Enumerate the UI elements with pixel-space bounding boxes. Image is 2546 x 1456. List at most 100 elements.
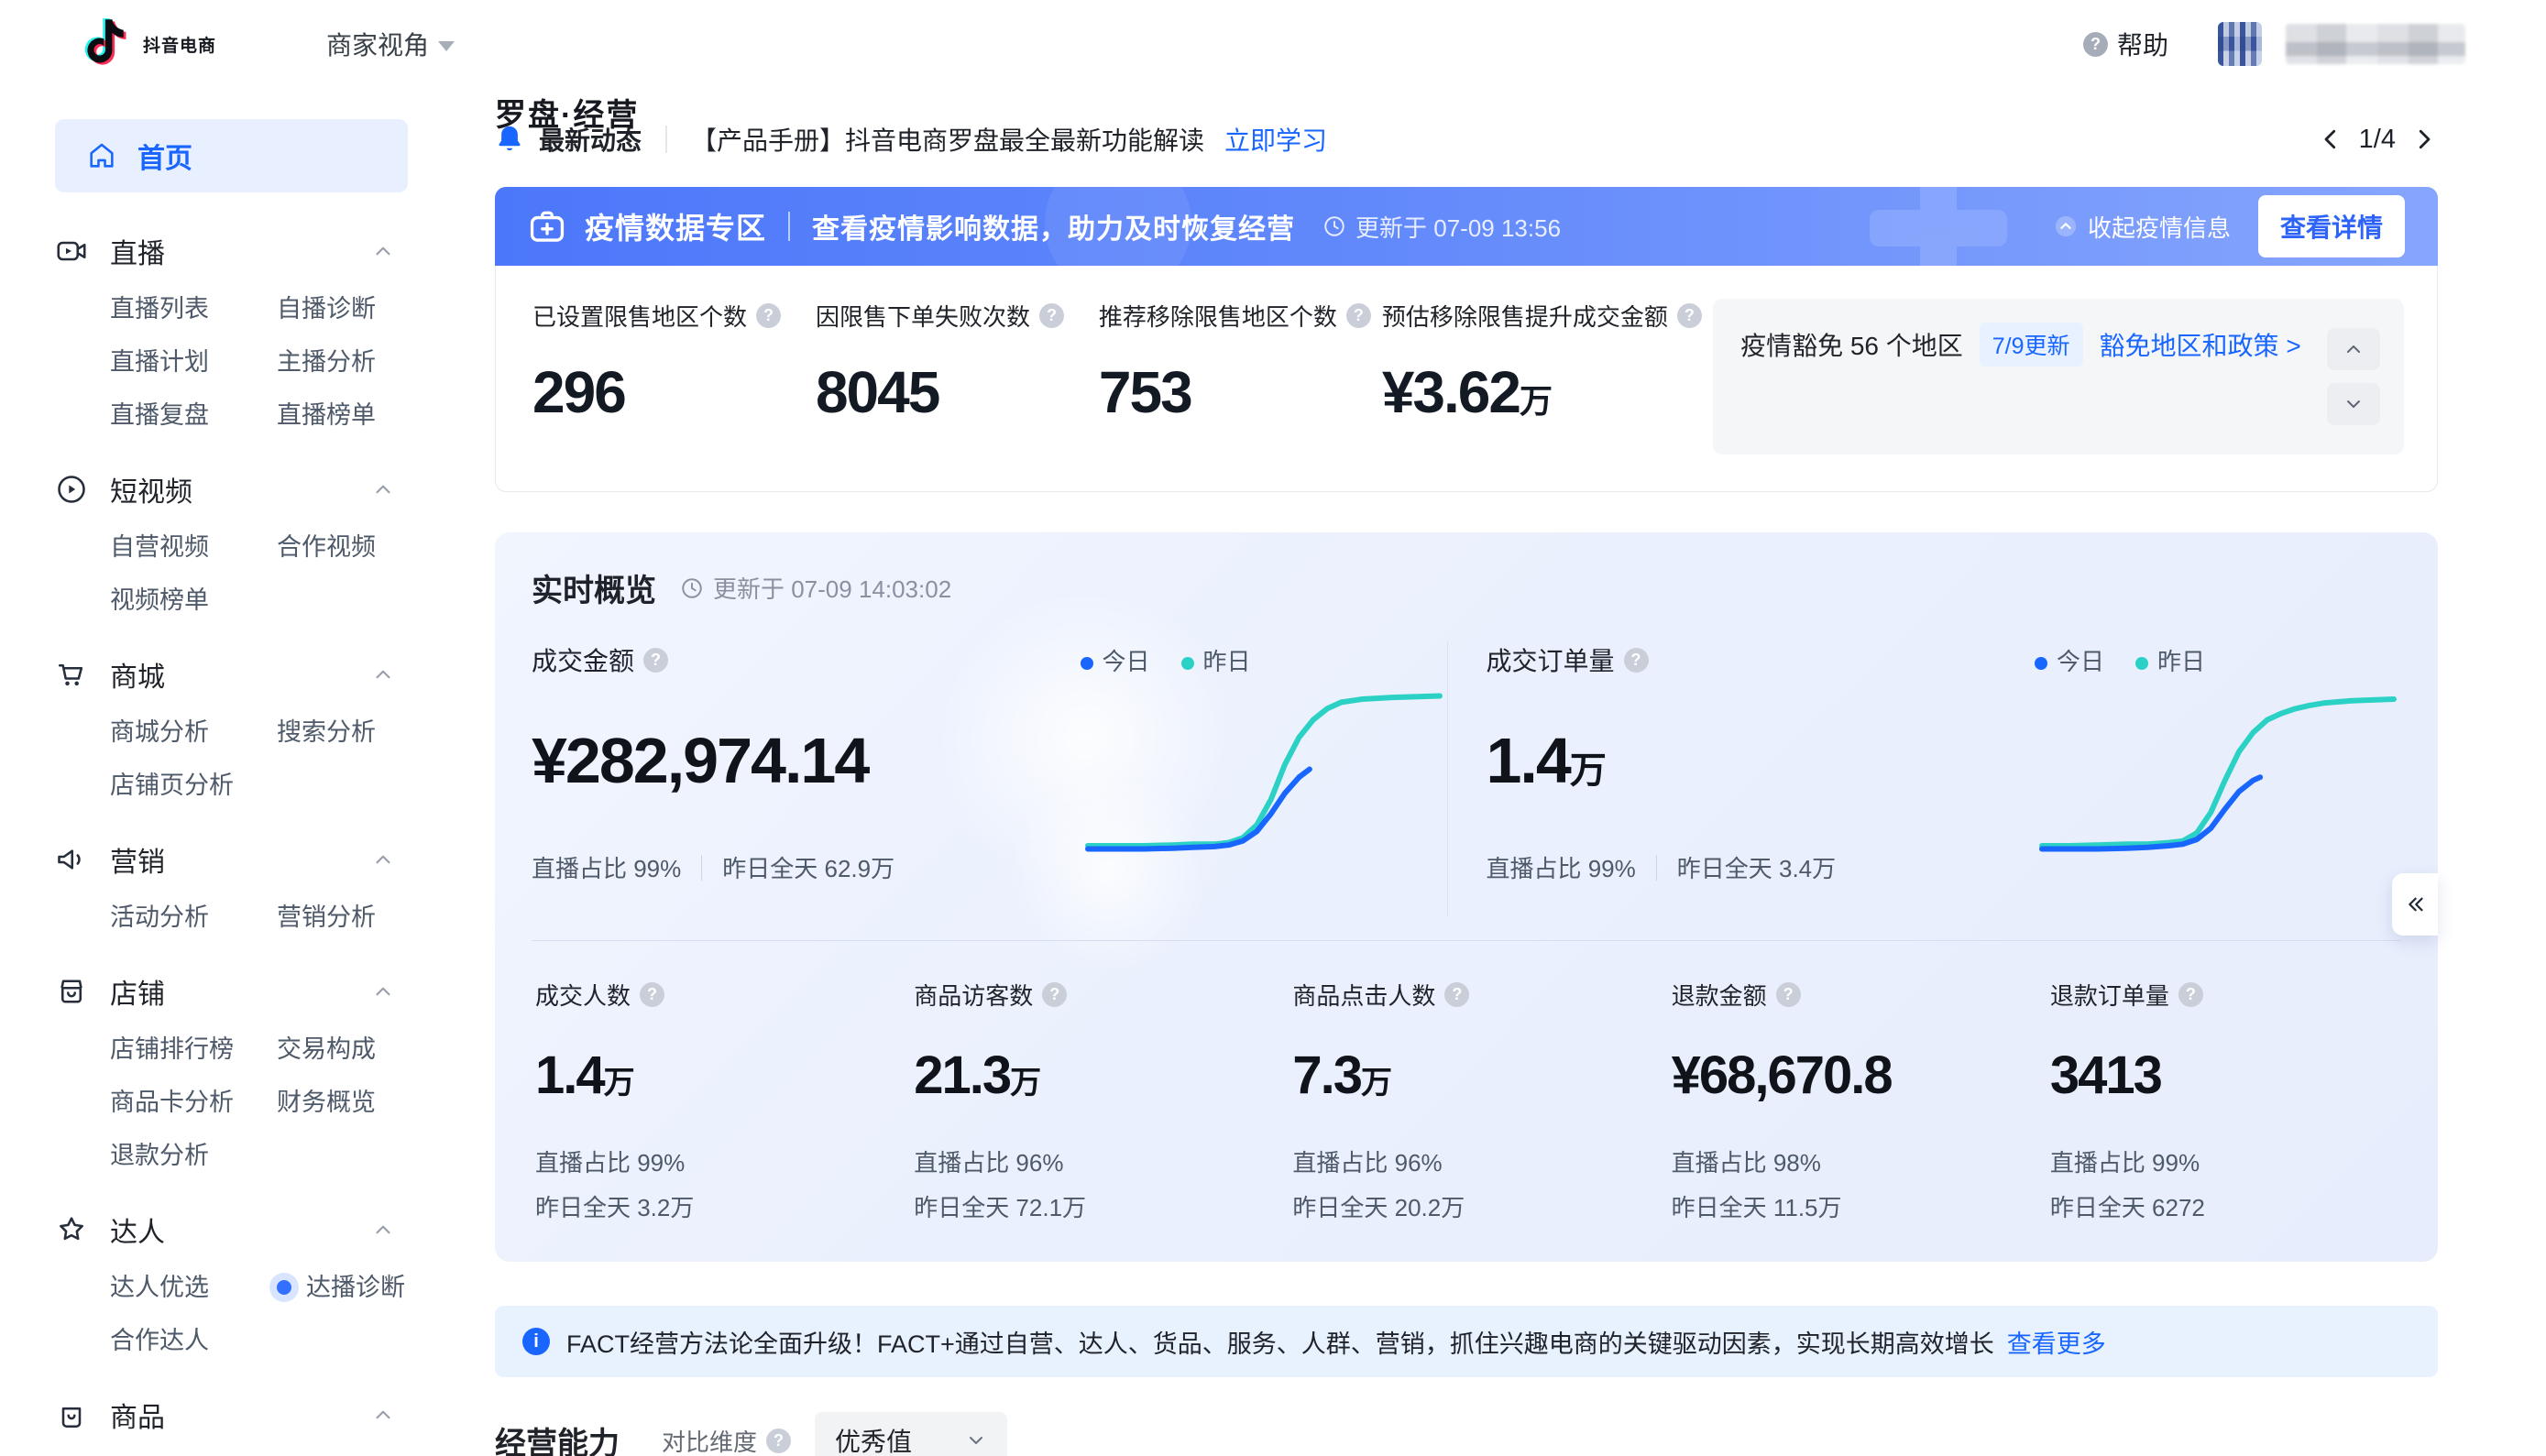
sidebar-item[interactable]: 活动分析 [110,902,277,933]
chart-legend: 今日 昨日 [2035,641,2401,678]
question-tooltip-icon[interactable] [1624,648,1649,673]
sidebar-item[interactable]: 直播计划 [110,346,277,378]
help-button[interactable]: 帮助 [2083,26,2168,62]
sidebar-section-shop: 店铺 店铺排行榜 交易构成 商品卡分析 财务概览 退款分析 [55,969,408,1171]
sidebar-item-with-badge[interactable]: 达播诊断 [277,1272,408,1303]
covid-collapse-toggle[interactable]: 收起疫情信息 [2053,210,2231,244]
sidebar-item[interactable]: 直播榜单 [277,400,408,431]
question-tooltip-icon[interactable] [1677,303,1702,328]
chevron-up-icon[interactable] [371,1218,395,1242]
question-tooltip-icon[interactable] [1346,303,1371,328]
realtime-header: 实时概览 更新于 07-09 14:03:02 [532,565,2401,610]
sidebar-section-mall-header[interactable]: 商城 [55,652,408,696]
metric-label: 退款订单量 [2050,978,2169,1012]
question-tooltip-icon[interactable] [1444,982,1469,1007]
divider [788,212,790,241]
chevron-up-icon[interactable] [371,848,395,871]
live-share-text: 直播占比 98% [1672,1144,2019,1178]
metric-label: 商品访客数 [914,978,1033,1012]
today-dot-icon [2035,657,2047,670]
sidebar-item[interactable]: 财务概览 [277,1087,408,1118]
covid-stat-label-row: 预估移除限售提升成交金额 [1382,299,1713,333]
top-nav-bar: 抖音电商 罗盘·经营 商家视角 帮助 [0,0,2546,88]
cart-icon [55,658,88,691]
sidebar-item[interactable]: 营销分析 [277,902,408,933]
covid-detail-button[interactable]: 查看详情 [2258,195,2405,257]
benchmark-select-dropdown[interactable]: 优秀值 [815,1412,1007,1456]
sidebar-section-influencer-header[interactable]: 达人 [55,1208,408,1252]
chevron-up-icon[interactable] [371,1403,395,1427]
sidebar-item[interactable]: 搜索分析 [277,717,408,748]
megaphone-icon [55,843,88,876]
covid-banner-actions: 收起疫情信息 查看详情 [2053,195,2405,257]
orders-trend-sparkline [2035,685,2401,859]
app-logo[interactable]: 抖音电商 罗盘·经营 [82,16,216,71]
metric-label-row: 商品点击人数 [1292,978,1640,1012]
chevron-down-icon [2343,393,2365,415]
question-tooltip-icon[interactable] [1039,303,1064,328]
sidebar-section-label: 达人 [110,1210,165,1250]
metric-label: 成交金额 [532,641,634,678]
sidebar-item[interactable]: 自播诊断 [277,293,408,324]
metric-value: 7.3万 [1292,1045,1640,1106]
question-tooltip-icon[interactable] [1776,982,1801,1007]
yesterday-dot-icon [2135,657,2148,670]
sidebar-item[interactable]: 主播分析 [277,346,408,378]
fact-more-link[interactable]: 查看更多 [2007,1324,2106,1360]
sidebar-item[interactable]: 达人优选 [110,1272,277,1303]
metric-label-row: 成交金额 [532,641,1081,678]
sidebar-item[interactable]: 退款分析 [110,1140,277,1171]
metric-label-row: 成交订单量 [1487,641,2036,678]
yesterday-total-text: 昨日全天 6272 [2050,1189,2398,1223]
view-switcher-dropdown[interactable]: 商家视角 [326,26,455,62]
chevron-up-icon[interactable] [371,662,395,686]
sidebar-item[interactable]: 合作视频 [277,531,408,563]
covid-stat-label: 因限售下单失败次数 [816,299,1030,333]
sidebar-item[interactable]: 合作达人 [110,1325,277,1356]
sidebar-section-live-header[interactable]: 直播 [55,229,408,273]
covid-stat-label: 预估移除限售提升成交金额 [1382,299,1668,333]
question-tooltip-icon[interactable] [640,982,664,1007]
sidebar-item[interactable]: 自营视频 [110,531,277,563]
scroll-down-button[interactable] [2327,383,2380,425]
sidebar-item[interactable]: 直播复盘 [110,400,277,431]
realtime-title: 实时概览 [532,565,656,610]
question-tooltip-icon[interactable] [766,1429,791,1453]
covid-exempt-policy-link[interactable]: 豁免地区和政策 > [2100,326,2301,363]
sidebar-item[interactable]: 店铺排行榜 [110,1034,277,1065]
sidebar-item[interactable]: 商品卡分析 [110,1087,277,1118]
sidebar-section-video-header[interactable]: 短视频 [55,467,408,511]
user-name-redacted[interactable] [2286,24,2465,64]
douyin-compass-dashboard: 抖音电商 罗盘·经营 商家视角 帮助 首页 [0,0,2546,1456]
sidebar-item[interactable]: 店铺页分析 [110,770,277,801]
sidebar-item[interactable]: 交易构成 [277,1034,408,1065]
sidebar-section-shop-items: 店铺排行榜 交易构成 商品卡分析 财务概览 退款分析 [110,1034,408,1171]
chevron-up-icon[interactable] [371,239,395,263]
question-tooltip-icon[interactable] [2178,982,2203,1007]
logo-text: 抖音电商 罗盘·经营 [143,32,216,57]
compare-dimension-label: 对比维度 [662,1424,757,1456]
question-tooltip-icon[interactable] [756,303,781,328]
sidebar-item[interactable]: 视频榜单 [110,585,277,616]
orders-info: 成交订单量 1.4万 直播占比 99% 昨日全天 3.4万 [1487,641,2036,916]
sidebar-section-shop-header[interactable]: 店铺 [55,969,408,1013]
metric-label: 成交订单量 [1487,641,1615,678]
new-badge-dot [277,1280,291,1295]
refund-orders-metric-tile: 退款订单量 3413 直播占比 99% 昨日全天 6272 [2047,972,2401,1223]
shopping-bag-icon [55,1398,88,1431]
chevron-up-icon[interactable] [371,980,395,1003]
panel-collapse-handle[interactable] [2392,873,2438,936]
question-tooltip-icon[interactable] [643,648,668,673]
scroll-up-button[interactable] [2327,328,2380,370]
sidebar-section-product-header[interactable]: 商品 [55,1393,408,1437]
sidebar-item[interactable]: 直播列表 [110,293,277,324]
gmv-info: 成交金额 ¥282,974.14 直播占比 99% 昨日全天 62.9万 [532,641,1081,916]
sidebar-section-marketing-header[interactable]: 营销 [55,837,408,881]
sidebar-item-home[interactable]: 首页 [55,119,408,192]
chevron-up-icon[interactable] [371,477,395,501]
sidebar-item[interactable]: 商城分析 [110,717,277,748]
realtime-updated-at: 更新于 07-09 14:03:02 [680,571,951,605]
yesterday-total-text: 昨日全天 3.2万 [535,1189,883,1223]
question-tooltip-icon[interactable] [1042,982,1067,1007]
user-avatar[interactable] [2218,22,2262,66]
